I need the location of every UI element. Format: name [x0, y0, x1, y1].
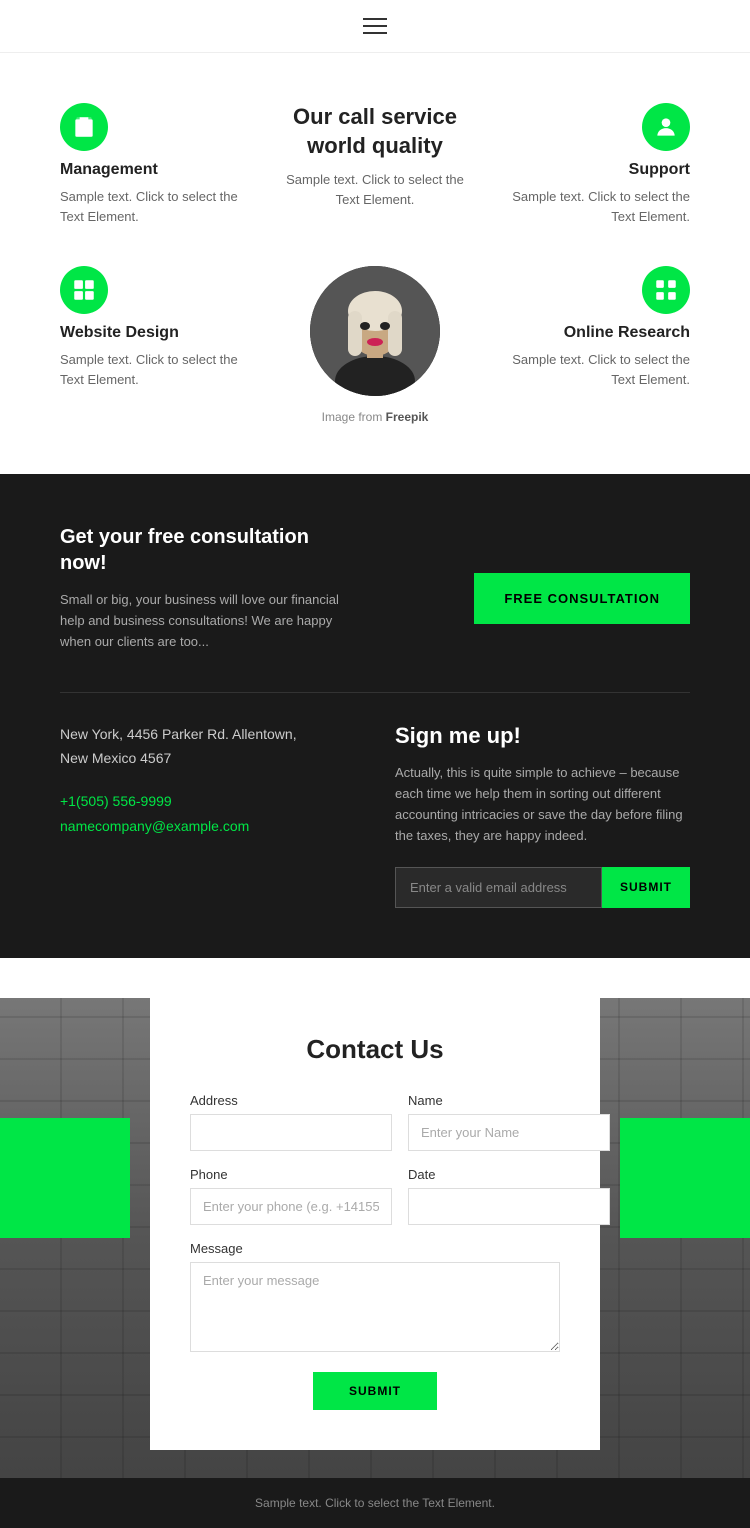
hamburger-menu-icon[interactable]: [363, 18, 387, 34]
consultation-right: FREE CONSULTATION: [395, 524, 690, 652]
website-design-icon: [60, 266, 108, 314]
signup-text: Actually, this is quite simple to achiev…: [395, 763, 690, 846]
footer-text: Sample text. Click to select the Text El…: [40, 1496, 710, 1510]
date-field-group: Date: [408, 1167, 610, 1225]
management-title: Management: [60, 161, 260, 179]
email-signup-input[interactable]: [395, 867, 602, 908]
management-icon: [60, 103, 108, 151]
form-row-2: Phone Date: [190, 1167, 560, 1225]
support-icon: [642, 103, 690, 151]
name-label: Name: [408, 1093, 610, 1108]
message-textarea[interactable]: [190, 1262, 560, 1352]
contact-form-title: Contact Us: [190, 1034, 560, 1065]
website-design-sample: Sample text. Click to select the Text El…: [60, 350, 260, 389]
signup-heading: Sign me up!: [395, 723, 690, 749]
center-sample: Sample text. Click to select the Text El…: [280, 170, 470, 209]
contact-section-wrapper: Contact Us Address Name Phone Date Messa…: [0, 998, 750, 1478]
phone-link[interactable]: +1(505) 556-9999: [60, 789, 355, 814]
navigation: [0, 0, 750, 53]
consultation-heading: Get your free consultation now!: [60, 524, 355, 576]
footer: Sample text. Click to select the Text El…: [0, 1478, 750, 1528]
message-field-group: Message: [190, 1241, 560, 1352]
support-title: Support: [629, 161, 690, 179]
message-label: Message: [190, 1241, 560, 1256]
signup-form: SUBMIT: [395, 867, 690, 908]
address-field-group: Address: [190, 1093, 392, 1151]
form-row-1: Address Name: [190, 1093, 560, 1151]
phone-input[interactable]: [190, 1188, 392, 1225]
image-credit: Image from Freepik: [322, 410, 429, 424]
management-sample: Sample text. Click to select the Text El…: [60, 187, 260, 226]
section-divider: [60, 692, 690, 693]
contact-submit-button[interactable]: SUBMIT: [313, 1372, 437, 1410]
service-online-research: Online Research Sample text. Click to se…: [490, 266, 690, 424]
portrait-section: Image from Freepik: [280, 266, 470, 424]
name-field-group: Name: [408, 1093, 610, 1151]
services-section-bottom: Website Design Sample text. Click to sel…: [0, 266, 750, 474]
phone-label: Phone: [190, 1167, 392, 1182]
free-consultation-button[interactable]: FREE CONSULTATION: [474, 573, 690, 624]
service-management: Management Sample text. Click to select …: [60, 103, 260, 226]
consultation-left: Get your free consultation now! Small or…: [60, 524, 355, 652]
website-design-title: Website Design: [60, 324, 260, 342]
phone-field-group: Phone: [190, 1167, 392, 1225]
green-accent-left: [0, 1118, 130, 1238]
services-section-top: Management Sample text. Click to select …: [0, 53, 750, 266]
email-link[interactable]: namecompany@example.com: [60, 814, 355, 839]
portrait-image: [310, 266, 440, 396]
date-input[interactable]: [408, 1188, 610, 1225]
contact-card: Contact Us Address Name Phone Date Messa…: [150, 998, 600, 1450]
consultation-text: Small or big, your business will love ou…: [60, 590, 355, 652]
address-input[interactable]: [190, 1114, 392, 1151]
address-label: Address: [190, 1093, 392, 1108]
online-research-sample: Sample text. Click to select the Text El…: [490, 350, 690, 389]
service-website-design: Website Design Sample text. Click to sel…: [60, 266, 260, 424]
online-research-icon: [642, 266, 690, 314]
services-center: Our call serviceworld quality Sample tex…: [280, 103, 470, 226]
name-input[interactable]: [408, 1114, 610, 1151]
support-sample: Sample text. Click to select the Text El…: [490, 187, 690, 226]
address-text: New York, 4456 Parker Rd. Allentown,New …: [60, 723, 355, 771]
center-heading: Our call serviceworld quality: [293, 103, 457, 160]
green-accent-right: [620, 1118, 750, 1238]
online-research-title: Online Research: [564, 324, 690, 342]
service-support: Support Sample text. Click to select the…: [490, 103, 690, 226]
date-label: Date: [408, 1167, 610, 1182]
signup-submit-button[interactable]: SUBMIT: [602, 867, 690, 908]
dark-section: Get your free consultation now! Small or…: [0, 474, 750, 958]
signup-section: Sign me up! Actually, this is quite simp…: [395, 723, 690, 907]
contact-info: New York, 4456 Parker Rd. Allentown,New …: [60, 723, 355, 907]
